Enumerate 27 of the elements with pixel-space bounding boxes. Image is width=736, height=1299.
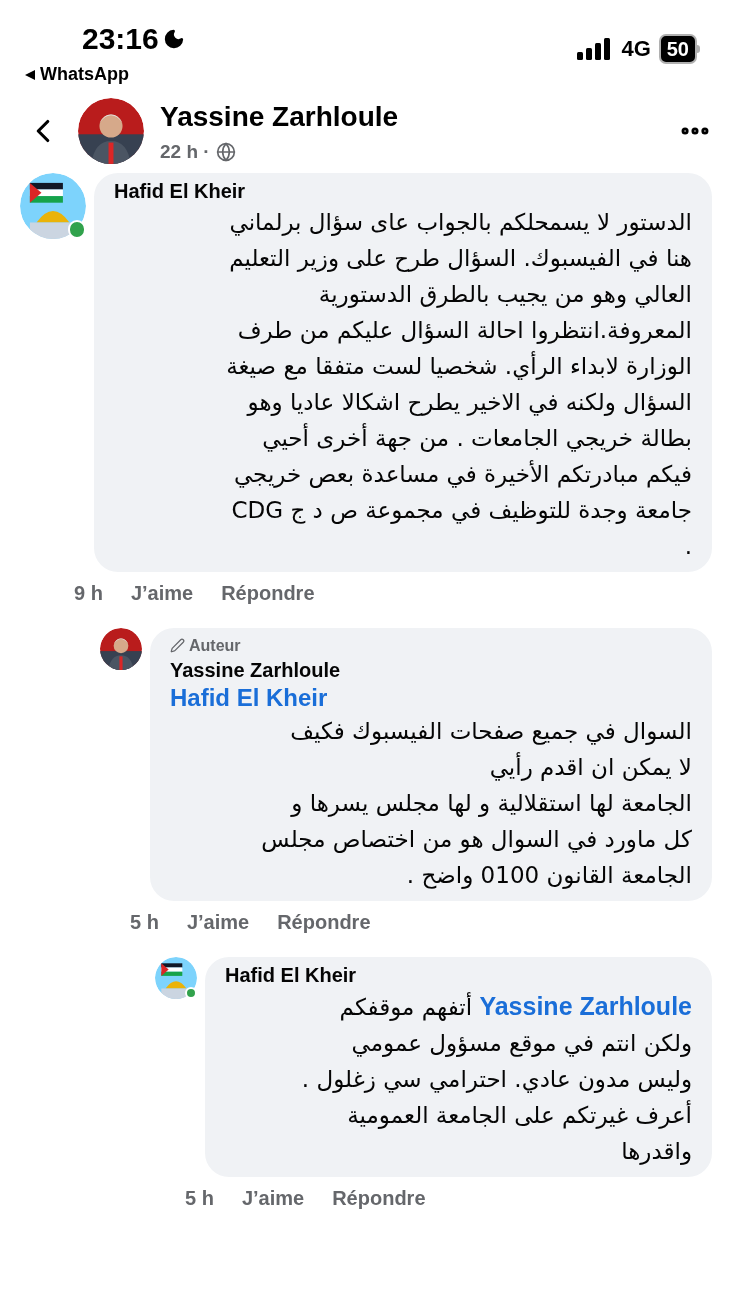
reply-button[interactable]: Répondre [332,1182,426,1213]
comment-text: السوال في جميع صفحات الفيسبوك فكيف لا يمكن ان اقدم رأيي الجامعة لها استقلالية و لها مجلس يسرها و كل ماورد في السوال هو من اختصاص مجلس الجامعة القانون 0100 واضح . [260,716,692,891]
pen-icon [170,638,185,653]
network-label: 4G [621,35,651,63]
reply-button[interactable]: Répondre [221,577,315,608]
post-time: 22 h · [160,140,210,164]
like-button[interactable]: J’aime [241,1182,305,1213]
battery-indicator: 50 [658,33,700,64]
mention-link[interactable]: Hafid El Kheir [170,682,692,713]
reply-button[interactable]: Répondre [277,906,371,937]
author-label: Auteur [189,635,241,656]
comment-author[interactable]: Hafid El Kheir [114,178,692,204]
back-triangle-icon [24,68,36,81]
comment-time: 5 h [130,909,159,935]
mention-link[interactable]: Yassine Zarhloule [479,991,692,1020]
post-author[interactable]: Yassine Zarhloule [160,96,678,138]
back-app-link[interactable]: WhatsApp [40,61,129,88]
clock-time: 23:16 [82,21,159,57]
like-button[interactable]: J’aime [130,577,194,608]
moon-icon [162,27,185,50]
comment-time: 9 h [74,580,103,606]
globe-icon [215,142,236,163]
comment-text: الدستور لا يسمحلكم بالجواب عاى سؤال برلماني هنا في الفيسبوك. السؤال طرح على وزير التعليم العالي وهو من يجيب بالطرق الدستورية المعروفة.انتظروا احالة السؤال عليكم من طرف الوزارة لابداء الرأي. شخصيا لست متفقا مع صيغة السؤال ولكنه في الاخير يطرح اشكالا عاديا وهو بطالة خريجي الجامعات . من جهة أخرى أحيي فيكم مبادرتكم الأخيرة في مساعدة بعص خريجي جامعة وجدة للتوظيف في مجموعة ص د ج CDG . [225,207,692,561]
comment-author[interactable]: Yassine Zarhloule [170,657,692,683]
like-button[interactable]: J’aime [186,906,250,937]
comment-author[interactable]: Hafid El Kheir [225,962,692,988]
comment-time: 5 h [185,1185,214,1211]
